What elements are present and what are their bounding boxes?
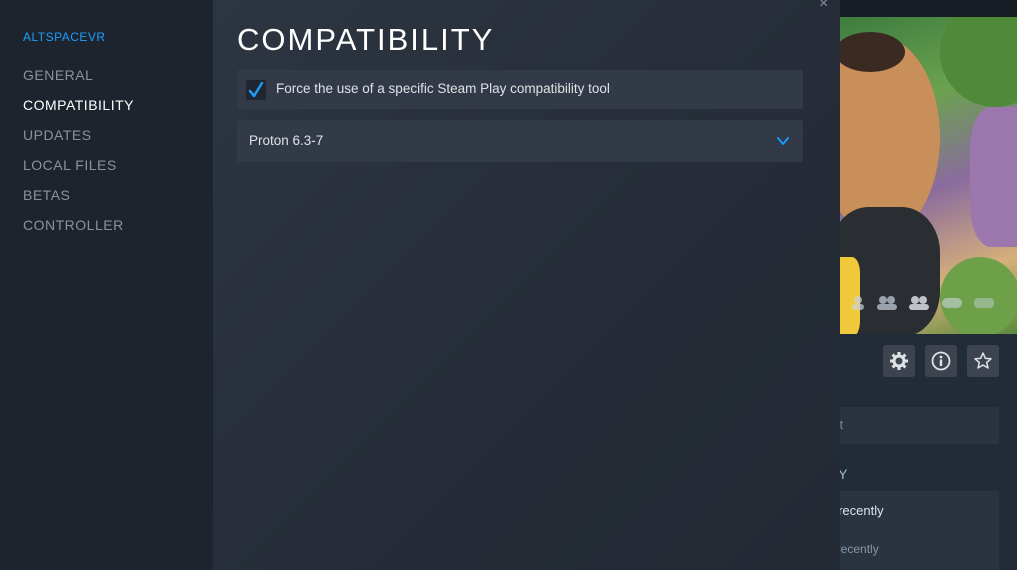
info-button[interactable] [925, 345, 957, 377]
vr-icon [974, 298, 994, 308]
info-icon [931, 351, 951, 371]
friend-icon [852, 296, 864, 310]
nav-item-compatibility[interactable]: COMPATIBILITY [23, 97, 134, 113]
favorite-button[interactable] [967, 345, 999, 377]
compatibility-panel: COMPATIBILITY Force the use of a specifi… [213, 0, 840, 570]
force-compat-option[interactable]: Force the use of a specific Steam Play c… [237, 70, 803, 109]
force-compat-label: Force the use of a specific Steam Play c… [276, 81, 610, 96]
game-name: ALTSPACEVR [23, 30, 106, 44]
nav-item-updates[interactable]: UPDATES [23, 127, 92, 143]
settings-button[interactable] [883, 345, 915, 377]
friends-icon [909, 296, 929, 310]
nav-item-controller[interactable]: CONTROLLER [23, 217, 124, 233]
gear-icon [890, 352, 908, 370]
properties-dialog: ALTSPACEVR GENERAL COMPATIBILITY UPDATES… [0, 0, 840, 570]
page-title: COMPATIBILITY [237, 22, 495, 57]
force-compat-checkbox[interactable] [246, 80, 266, 100]
star-icon [974, 352, 992, 369]
support-link[interactable]: ort [820, 407, 999, 444]
controller-icon [942, 298, 962, 308]
chevron-down-icon [777, 137, 789, 145]
checkmark-icon [248, 82, 264, 98]
properties-sidebar: ALTSPACEVR GENERAL COMPATIBILITY UPDATES… [0, 0, 213, 570]
compat-tool-dropdown[interactable]: Proton 6.3-7 [237, 120, 803, 162]
nav-item-local-files[interactable]: LOCAL FILES [23, 157, 117, 173]
game-hero-image [820, 17, 1017, 334]
friends-icon [877, 296, 897, 310]
compat-tool-value: Proton 6.3-7 [249, 133, 324, 148]
nav-item-betas[interactable]: BETAS [23, 187, 70, 203]
nav-item-general[interactable]: GENERAL [23, 67, 93, 83]
